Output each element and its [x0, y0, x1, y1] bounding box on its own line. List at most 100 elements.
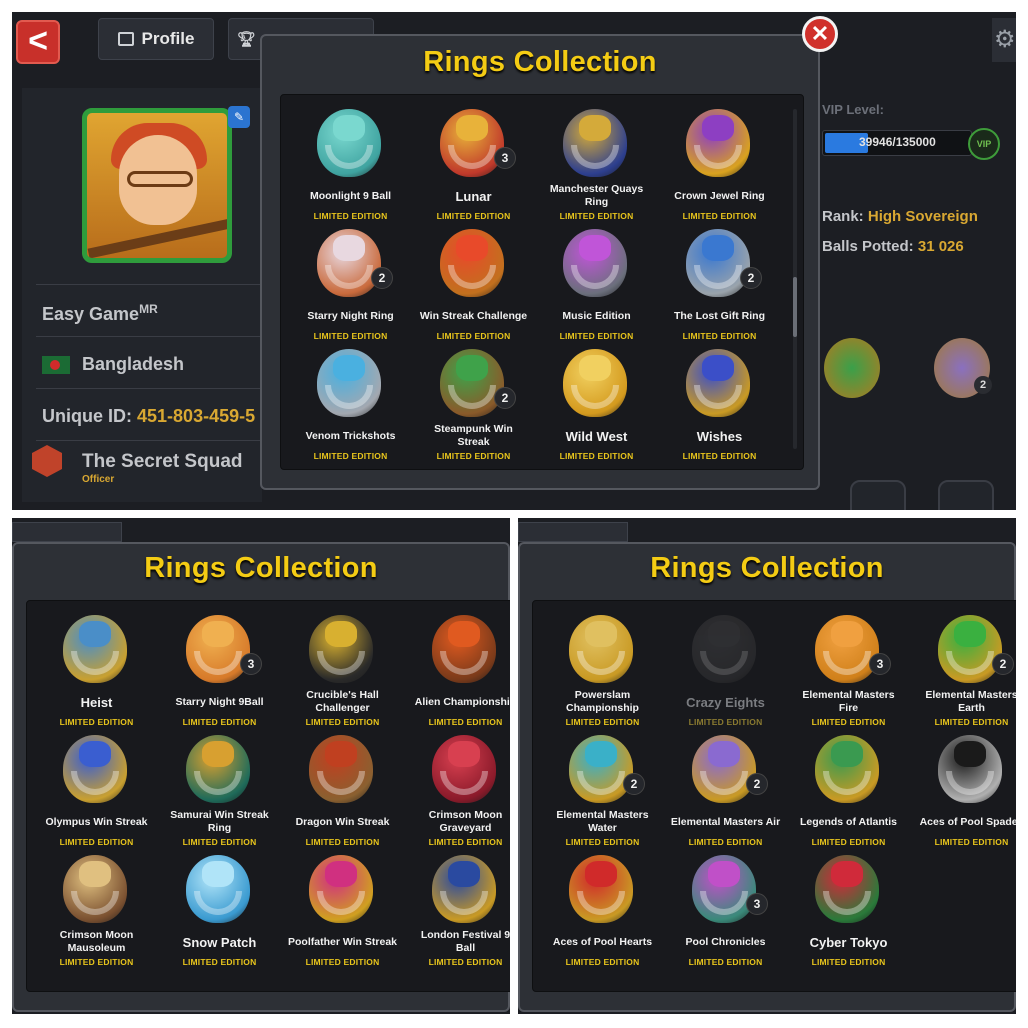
ring-item[interactable]: 2 Steampunk Win Streak LIMITED EDITION: [412, 345, 535, 465]
ring-item[interactable]: 2 Elemental Masters Earth LIMITED EDITION: [910, 611, 1016, 731]
limited-edition-label: LIMITED EDITION: [313, 211, 388, 221]
rank-value: High Sovereign: [867, 208, 978, 225]
limited-edition-label: LIMITED EDITION: [682, 211, 757, 221]
ring-item[interactable]: Wild West LIMITED EDITION: [535, 345, 658, 465]
ring-item[interactable]: Alien Championship LIMITED EDITION: [404, 611, 510, 731]
ring-icon: [440, 229, 504, 297]
limited-edition-label: LIMITED EDITION: [934, 837, 1009, 847]
ring-item[interactable]: Music Edition LIMITED EDITION: [535, 225, 658, 345]
limited-edition-label: LIMITED EDITION: [811, 837, 886, 847]
ring-icon: [815, 735, 879, 803]
ring-count-badge: 2: [494, 387, 516, 409]
rank-row: Rank: High Sovereign: [822, 208, 978, 225]
rings-collection-dialog: Rings Collection Heist LIMITED EDITION 3 St…: [12, 542, 510, 1012]
ring-icon: 2: [692, 735, 768, 803]
ring-item[interactable]: Venom Trickshots LIMITED EDITION: [289, 345, 412, 465]
ring-item[interactable]: Crazy Eights LIMITED EDITION: [664, 611, 787, 731]
limited-edition-label: LIMITED EDITION: [182, 957, 257, 967]
ring-icon: 2: [686, 229, 762, 297]
ring-item[interactable]: 2 The Lost Gift Ring LIMITED EDITION: [658, 225, 781, 345]
ring-item[interactable]: Crucible's Hall Challenger LIMITED EDITIO…: [281, 611, 404, 731]
ring-count-badge: 2: [623, 773, 645, 795]
limited-edition-label: LIMITED EDITION: [811, 717, 886, 727]
limited-edition-label: LIMITED EDITION: [565, 717, 640, 727]
ring-item[interactable]: Aces of Pool Spades LIMITED EDITION: [910, 731, 1016, 851]
limited-edition-label: LIMITED EDITION: [436, 211, 511, 221]
ring-item[interactable]: 3 Lunar LIMITED EDITION: [412, 105, 535, 225]
ring-item[interactable]: Aces of Pool Hearts LIMITED EDITION: [541, 851, 664, 971]
gear-icon[interactable]: ⚙: [992, 18, 1016, 62]
ring-item[interactable]: Moonlight 9 Ball LIMITED EDITION: [289, 105, 412, 225]
scrollbar[interactable]: [793, 109, 797, 449]
ring-item[interactable]: Dragon Win Streak LIMITED EDITION: [281, 731, 404, 851]
ring-name: The Lost Gift Ring: [674, 309, 765, 322]
ring-name: Moonlight 9 Ball: [309, 189, 392, 202]
limited-edition-label: LIMITED EDITION: [682, 331, 757, 341]
edit-pencil-icon[interactable]: ✎: [228, 106, 250, 128]
scrollbar-thumb[interactable]: [793, 277, 797, 337]
ring-name: Snow Patch: [182, 934, 257, 950]
ring-count-badge: 3: [746, 893, 768, 915]
ring-name: Dragon Win Streak: [295, 815, 390, 828]
ring-preview-1[interactable]: [824, 338, 880, 398]
limited-edition-label: LIMITED EDITION: [305, 717, 380, 727]
ring-item[interactable]: 3 Elemental Masters Fire LIMITED EDITION: [787, 611, 910, 731]
ring-item[interactable]: Crimson Moon Graveyard LIMITED EDITION: [404, 731, 510, 851]
ring-item[interactable]: 3 Pool Chronicles LIMITED EDITION: [664, 851, 787, 971]
ring-item[interactable]: Crown Jewel Ring LIMITED EDITION: [658, 105, 781, 225]
limited-edition-label: LIMITED EDITION: [428, 837, 503, 847]
ring-item[interactable]: 2 Starry Night Ring LIMITED EDITION: [289, 225, 412, 345]
club-name[interactable]: The Secret Squad: [82, 451, 243, 473]
close-button[interactable]: ✕: [802, 16, 838, 52]
ring-icon: [317, 349, 381, 417]
player-name-sup: MR: [139, 302, 158, 316]
ring-item[interactable]: London Festival 9 Ball LIMITED EDITION: [404, 851, 510, 971]
rings-grid-container[interactable]: Powerslam Championship LIMITED EDITION Cra…: [532, 600, 1016, 992]
background-tab: [518, 522, 628, 542]
avatar[interactable]: [82, 108, 232, 263]
ring-item[interactable]: Win Streak Challenge LIMITED EDITION: [412, 225, 535, 345]
ring-icon: 2: [569, 735, 645, 803]
limited-edition-label: LIMITED EDITION: [559, 211, 634, 221]
ring-name: Alien Championship: [414, 695, 510, 708]
balls-potted-row: Balls Potted: 31 026: [822, 238, 964, 255]
ring-item[interactable]: Samurai Win Streak Ring LIMITED EDITION: [158, 731, 281, 851]
back-button[interactable]: <: [16, 20, 60, 64]
limited-edition-label: LIMITED EDITION: [313, 451, 388, 461]
ring-item[interactable]: Poolfather Win Streak LIMITED EDITION: [281, 851, 404, 971]
ring-name: Music Edition: [562, 309, 631, 322]
unique-id-value: 451-803-459-5: [137, 406, 256, 426]
ring-item[interactable]: 2 Elemental Masters Air LIMITED EDITION: [664, 731, 787, 851]
ring-preview-2[interactable]: 2: [934, 338, 992, 398]
rings-grid: Moonlight 9 Ball LIMITED EDITION 3 Lunar LIM…: [289, 105, 781, 465]
shield-icon[interactable]: [850, 480, 906, 510]
dollar-icon[interactable]: [938, 480, 994, 510]
ring-item[interactable]: Olympus Win Streak LIMITED EDITION: [35, 731, 158, 851]
ring-icon: [432, 615, 496, 683]
ring-item[interactable]: 2 Elemental Masters Water LIMITED EDITION: [541, 731, 664, 851]
tab-profile[interactable]: Profile: [98, 18, 214, 60]
rings-collection-dialog: Rings Collection Moonlight 9 Ball LIMITED…: [260, 34, 820, 490]
ring-item[interactable]: 3 Starry Night 9Ball LIMITED EDITION: [158, 611, 281, 731]
limited-edition-label: LIMITED EDITION: [565, 837, 640, 847]
ring-item[interactable]: Heist LIMITED EDITION: [35, 611, 158, 731]
ring-item[interactable]: Manchester Quays Ring LIMITED EDITION: [535, 105, 658, 225]
ring-item[interactable]: Powerslam Championship LIMITED EDITION: [541, 611, 664, 731]
ring-item[interactable]: Snow Patch LIMITED EDITION: [158, 851, 281, 971]
rings-collection-dialog: Rings Collection Powerslam Championship L…: [518, 542, 1016, 1012]
ring-count-badge: 2: [371, 267, 393, 289]
limited-edition-label: LIMITED EDITION: [934, 717, 1009, 727]
ring-icon: [63, 735, 127, 803]
ring-icon: [815, 855, 879, 923]
ring-item[interactable]: Legends of Atlantis LIMITED EDITION: [787, 731, 910, 851]
ring-name: Win Streak Challenge: [419, 309, 528, 322]
ring-item[interactable]: Crimson Moon Mausoleum LIMITED EDITION: [35, 851, 158, 971]
ring-item[interactable]: Cyber Tokyo LIMITED EDITION: [787, 851, 910, 971]
rings-grid-container[interactable]: Heist LIMITED EDITION 3 Starry Night 9Ball L…: [26, 600, 510, 992]
ring-name: Olympus Win Streak: [45, 815, 148, 828]
ring-item[interactable]: Wishes LIMITED EDITION: [658, 345, 781, 465]
unique-id-label: Unique ID:: [42, 406, 132, 426]
vip-label: VIP Level:: [822, 102, 884, 117]
rings-grid-container[interactable]: Moonlight 9 Ball LIMITED EDITION 3 Lunar LIM…: [280, 94, 804, 470]
ring-icon: 3: [440, 109, 516, 177]
